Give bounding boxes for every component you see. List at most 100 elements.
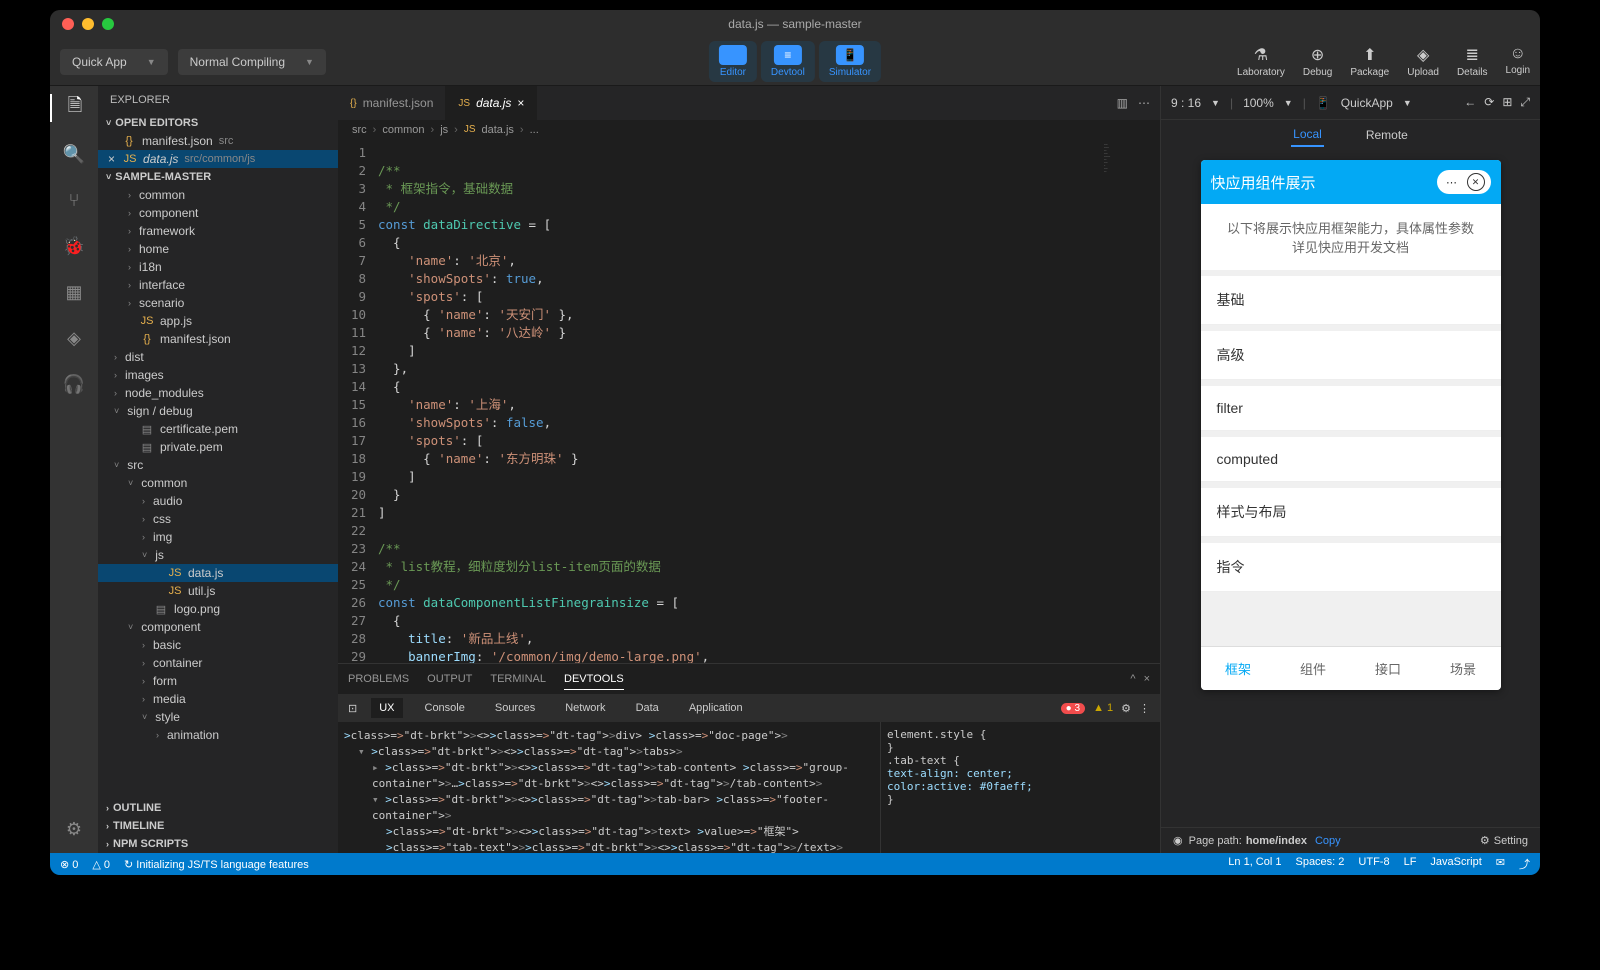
grid-icon[interactable]: ⊞ [1502,95,1512,110]
element-picker-icon[interactable]: ⊡ [348,702,357,715]
debug-button[interactable]: ⊕Debug [1303,45,1332,78]
file-item[interactable]: ▤certificate.pem [98,420,338,438]
status-item[interactable]: ↻ Initializing JS/TS language features [124,858,309,871]
project-section[interactable]: ˅ SAMPLE-MASTER [98,168,338,186]
code-editor[interactable]: 1234567891011121314151617181920212223242… [338,140,1160,663]
phone-list-item[interactable]: filter [1201,386,1501,431]
copy-button[interactable]: Copy [1315,835,1341,847]
support-icon[interactable]: 🎧 [60,370,88,398]
folder-item[interactable]: ›node_modules [98,384,338,402]
debug-icon[interactable]: 🐞 [60,232,88,260]
phone-screen[interactable]: 快应用组件展示 ⋯ ✕ 以下将展示快应用框架能力，具体属性参数 详见快应用开发文… [1201,160,1501,690]
folder-item[interactable]: ›form [98,672,338,690]
more-icon[interactable]: ⋯ [1138,96,1150,110]
status-item[interactable]: LF [1404,856,1417,872]
editor-tab[interactable]: JSdata.js× [446,86,537,120]
source-control-icon[interactable]: ⑂ [60,186,88,214]
phone-list[interactable]: 基础高级filtercomputed样式与布局指令 [1201,270,1501,646]
folder-item[interactable]: ˅style [98,708,338,726]
folder-item[interactable]: ›framework [98,222,338,240]
explorer-icon[interactable]: 🗎 [50,94,98,122]
platform-dropdown[interactable]: Quick App ▼ [60,49,168,75]
folder-item[interactable]: ›dist [98,348,338,366]
folder-item[interactable]: ›interface [98,276,338,294]
sim-tab-remote[interactable]: Remote [1364,124,1410,146]
breadcrumb[interactable]: src›common›js›JSdata.js›... [338,120,1160,140]
phone-nav-item[interactable]: 场景 [1426,647,1501,690]
package-button[interactable]: ⬆Package [1350,45,1389,78]
warn-badge[interactable]: ▲ 1 [1093,702,1113,714]
phone-list-item[interactable]: 基础 [1201,276,1501,325]
section-npm-scripts[interactable]: ›NPM SCRIPTS [98,835,338,853]
breadcrumb-item[interactable]: src [352,124,367,136]
devtools-tab-console[interactable]: Console [417,698,473,718]
status-item[interactable]: ⊗ 0 [60,858,78,871]
folder-item[interactable]: ›audio [98,492,338,510]
minimap[interactable]: ▬▬▬▬▬▬▬▬▬▬▬▬▬▬▬▬▬▬▬▬▬▬▬▬▬▬▬▬ [1100,140,1160,663]
gear-icon[interactable]: ⚙ [1121,702,1131,715]
phone-capsule[interactable]: ⋯ ✕ [1437,170,1491,194]
panel-tab-terminal[interactable]: TERMINAL [490,669,546,689]
panel-tab-output[interactable]: OUTPUT [427,669,472,689]
folder-item[interactable]: ›container [98,654,338,672]
file-item[interactable]: JSdata.js [98,564,338,582]
expand-icon[interactable]: ⤢ [1520,95,1530,110]
folder-item[interactable]: ˅sign / debug [98,402,338,420]
status-item[interactable]: JavaScript [1430,856,1481,872]
close-tab-icon[interactable]: × [517,96,524,110]
mode-simulator[interactable]: 📱Simulator [819,41,881,82]
breadcrumb-item[interactable]: ... [530,124,539,136]
status-item[interactable]: Spaces: 2 [1295,856,1344,872]
dom-node[interactable]: >class>=>"dt-brkt">><>>class>=>"dt-tag">… [344,728,874,744]
folder-item[interactable]: ›media [98,690,338,708]
devtools-tab-sources[interactable]: Sources [487,698,543,718]
sim-time[interactable]: 9 : 16 [1171,96,1201,110]
panel-tab-problems[interactable]: PROBLEMS [348,669,409,689]
minimize-window-button[interactable] [82,18,94,30]
sim-tab-local[interactable]: Local [1291,123,1324,147]
styles-pane[interactable]: element.style { } .tab-text { text-align… [880,722,1160,853]
back-icon[interactable]: ← [1464,95,1476,110]
open-editor-item[interactable]: ×JSdata.jssrc/common/js [98,150,338,168]
editor-tab[interactable]: {}manifest.json [338,86,446,120]
mode-editor[interactable]: Editor [709,41,757,82]
folder-item[interactable]: ˅component [98,618,338,636]
search-icon[interactable]: 🔍 [60,140,88,168]
open-editors-section[interactable]: ˅ OPEN EDITORS [98,114,338,132]
more-dots-icon[interactable]: ⋯ [1443,173,1461,191]
code-area[interactable]: /** * 框架指令，基础数据 */const dataDirective = … [378,140,1100,663]
folder-item[interactable]: ›css [98,510,338,528]
phone-nav-item[interactable]: 接口 [1351,647,1426,690]
settings-gear-icon[interactable]: ⚙ [60,815,88,843]
laboratory-button[interactable]: ⚗Laboratory [1237,45,1285,78]
layers-icon[interactable]: ◈ [60,324,88,352]
breadcrumb-item[interactable]: common [382,124,424,136]
file-item[interactable]: JSapp.js [98,312,338,330]
file-item[interactable]: JSutil.js [98,582,338,600]
breadcrumb-item[interactable]: data.js [482,124,514,136]
dom-tree[interactable]: >class>=>"dt-brkt">><>>class>=>"dt-tag">… [338,722,880,853]
devtools-tab-network[interactable]: Network [557,698,613,718]
status-item[interactable]: UTF-8 [1358,856,1389,872]
folder-item[interactable]: ˅js [98,546,338,564]
devtools-tab-application[interactable]: Application [681,698,751,718]
folder-item[interactable]: ›common [98,186,338,204]
status-item[interactable]: ⤴ [1519,856,1530,872]
dom-node[interactable]: >class>=>"dt-brkt">><>>class>=>"dt-tag">… [344,824,874,853]
file-item[interactable]: ▤private.pem [98,438,338,456]
phone-nav-item[interactable]: 框架 [1201,647,1276,690]
split-editor-icon[interactable]: ▥ [1117,96,1128,110]
phone-nav-item[interactable]: 组件 [1276,647,1351,690]
file-item[interactable]: ▤logo.png [98,600,338,618]
close-window-button[interactable] [62,18,74,30]
more-icon[interactable]: ⋮ [1139,702,1150,715]
folder-item[interactable]: ›home [98,240,338,258]
folder-item[interactable]: ›images [98,366,338,384]
folder-item[interactable]: ›scenario [98,294,338,312]
section-outline[interactable]: ›OUTLINE [98,799,338,817]
phone-list-item[interactable]: 高级 [1201,331,1501,380]
status-item[interactable]: Ln 1, Col 1 [1228,856,1281,872]
sim-zoom[interactable]: 100% [1243,96,1274,110]
file-item[interactable]: {}manifest.json [98,330,338,348]
breadcrumb-item[interactable]: js [440,124,448,136]
